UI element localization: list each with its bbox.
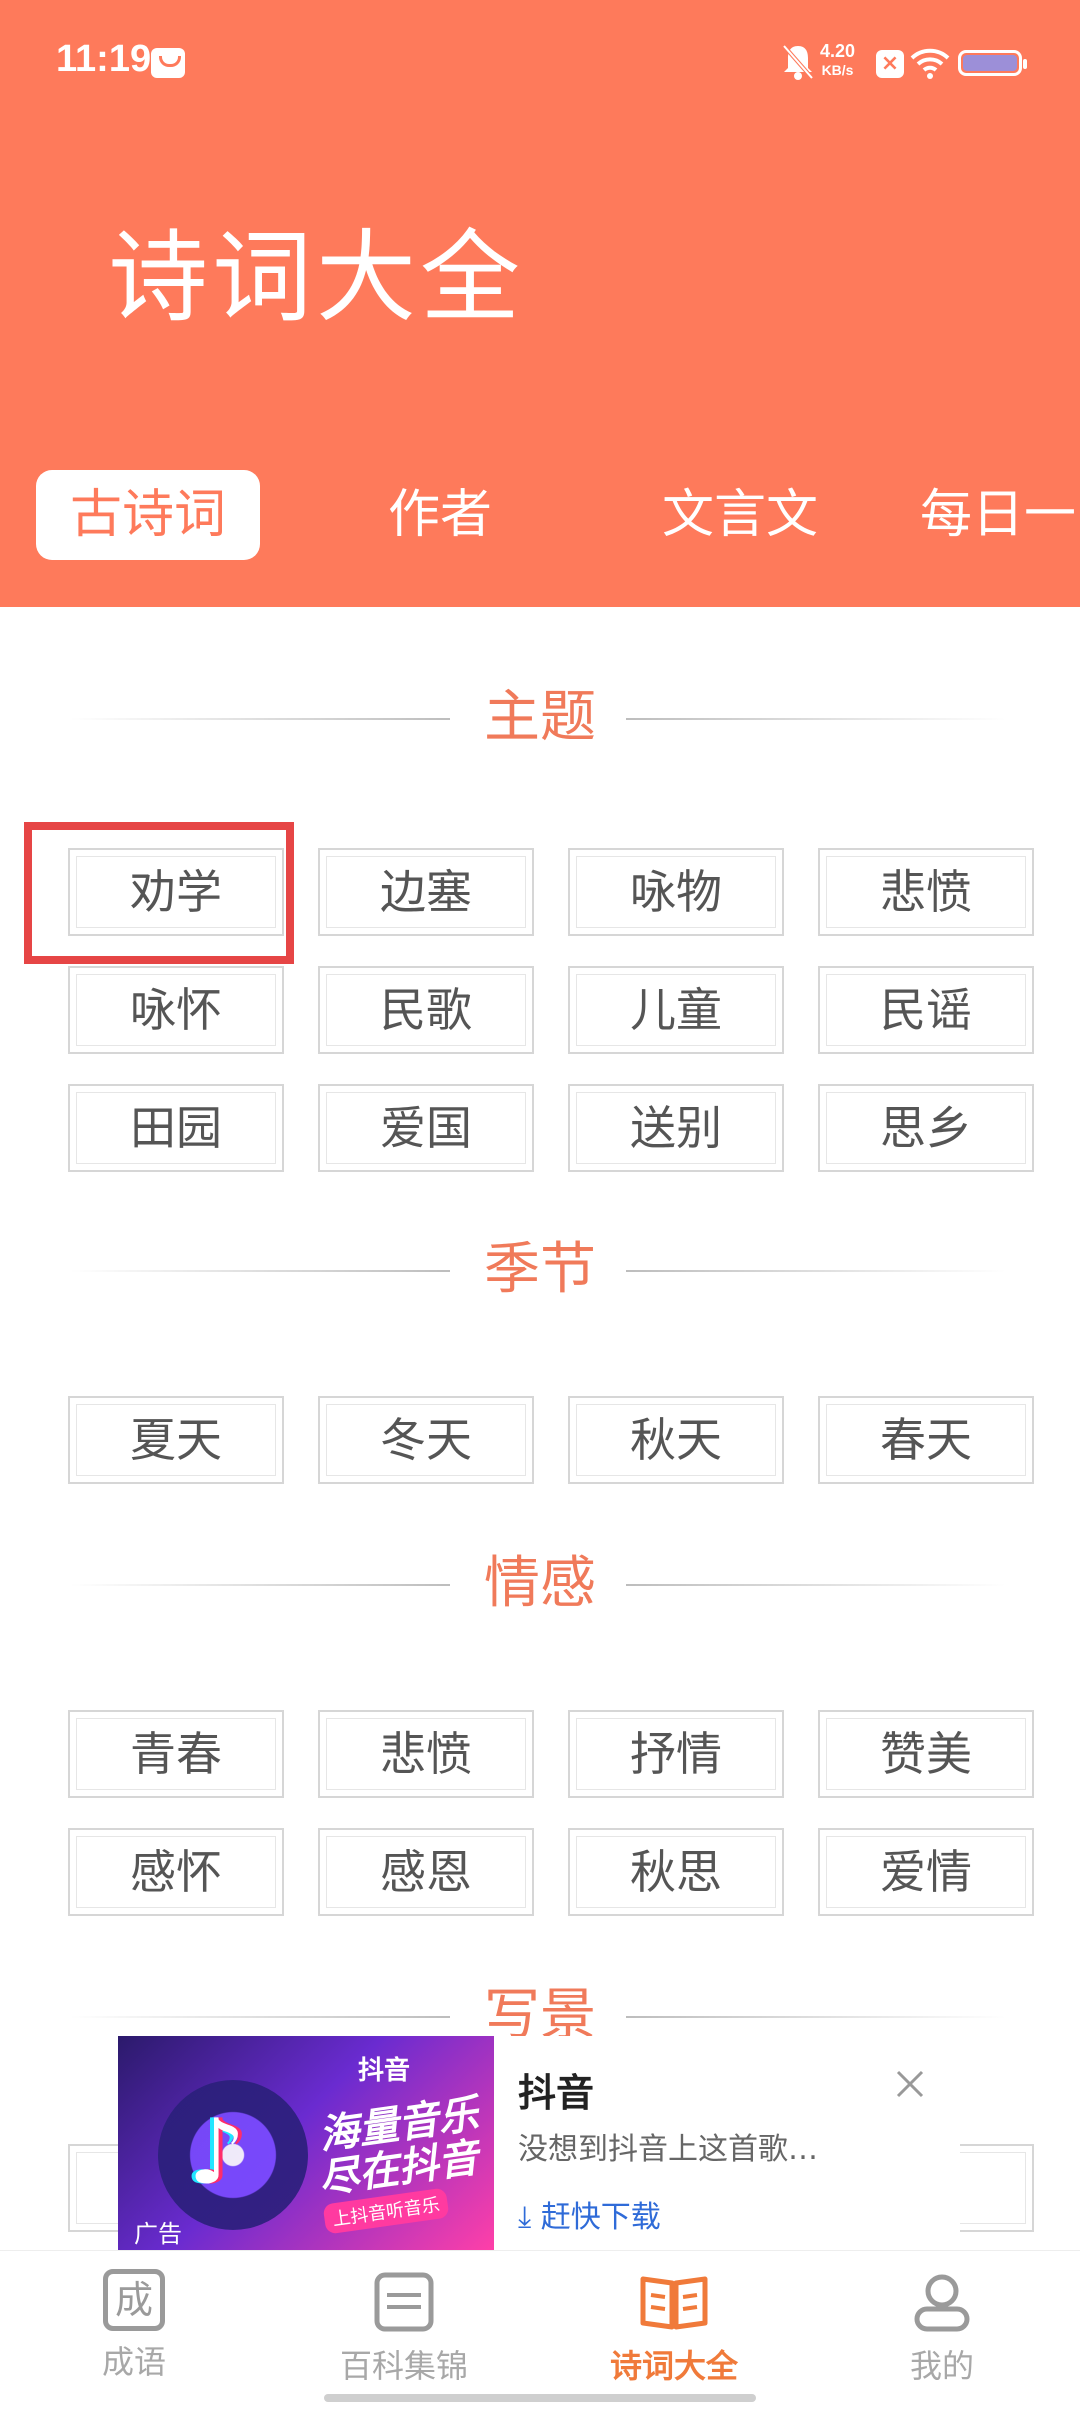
book-icon — [374, 2272, 434, 2332]
tag-button[interactable]: 爱国 — [318, 1084, 534, 1172]
tag-button[interactable]: 爱情 — [818, 1828, 1034, 1916]
tag-button[interactable]: 民歌 — [318, 966, 534, 1054]
tag-button[interactable]: 民谣 — [818, 966, 1034, 1054]
tag-button[interactable]: 赞美 — [818, 1710, 1034, 1798]
tag-button[interactable]: 冬天 — [318, 1396, 534, 1484]
tag-button[interactable]: 送别 — [568, 1084, 784, 1172]
tab-label: 古诗词 — [69, 485, 226, 545]
section-header-theme: 主题 — [0, 678, 1080, 758]
section-header-emotion: 情感 — [0, 1544, 1080, 1624]
selection-highlight — [24, 822, 294, 964]
open-book-icon — [640, 2276, 708, 2330]
nav-profile[interactable]: 我的 — [832, 2269, 1052, 2387]
section-title: 主题 — [484, 685, 596, 750]
tab-wenyanwen[interactable]: 文言文 — [640, 470, 840, 560]
home-indicator[interactable] — [324, 2394, 756, 2402]
tab-daily[interactable]: 每日一 — [920, 470, 1080, 560]
tag-button[interactable]: 感怀 — [68, 1828, 284, 1916]
tag-button[interactable]: 抒情 — [568, 1710, 784, 1798]
nav-label: 我的 — [909, 2347, 974, 2385]
ad-app-name: 抖音 — [518, 2071, 595, 2115]
net-speed-value: 4.20 — [820, 41, 856, 61]
nav-encyclopedia[interactable]: 百科集锦 — [294, 2269, 514, 2387]
tag-button[interactable]: 青春 — [68, 1710, 284, 1798]
ad-download-button[interactable]: ⤓ 赶快下载 — [518, 2192, 661, 2236]
close-icon[interactable] — [892, 2066, 928, 2102]
tag-button[interactable]: 感恩 — [318, 1828, 534, 1916]
close-box-icon: × — [876, 50, 904, 78]
nav-label: 成语 — [101, 2343, 166, 2381]
ad-banner[interactable]: ♪ 抖音 海量音乐 尽在抖音 上抖音听音乐 广告 抖音 没想到抖音上这首歌… ⤓… — [118, 2036, 960, 2250]
tab-label: 每日一 — [920, 485, 1077, 545]
ad-image[interactable]: ♪ 抖音 海量音乐 尽在抖音 上抖音听音乐 广告 — [118, 2036, 494, 2250]
tab-gushici[interactable]: 古诗词 — [36, 470, 260, 560]
tab-author[interactable]: 作者 — [360, 470, 520, 560]
nav-label: 百科集锦 — [339, 2347, 468, 2385]
tag-button[interactable]: 思乡 — [818, 1084, 1034, 1172]
tag-button[interactable]: 田园 — [68, 1084, 284, 1172]
message-icon — [151, 48, 185, 78]
net-speed: 4.20 KB/s — [820, 42, 855, 80]
bottom-nav: 成 成语 百科集锦 诗词大全 我的 — [0, 2250, 1080, 2409]
tag-button[interactable]: 夏天 — [68, 1396, 284, 1484]
tab-label: 作者 — [387, 485, 492, 545]
net-speed-unit: KB/s — [821, 62, 854, 78]
idiom-icon: 成 — [103, 2269, 165, 2331]
tag-button[interactable]: 悲愤 — [818, 848, 1034, 936]
section-title: 情感 — [484, 1551, 596, 1616]
tag-button[interactable]: 边塞 — [318, 848, 534, 936]
tag-button[interactable]: 咏物 — [568, 848, 784, 936]
tag-button[interactable]: 悲愤 — [318, 1710, 534, 1798]
app-title: 诗词大全 — [108, 219, 524, 336]
nav-label: 诗词大全 — [609, 2347, 738, 2385]
douyin-logo-icon: ♪ — [188, 2100, 246, 2205]
tab-label: 文言文 — [661, 485, 818, 545]
header: 11:19 4.20 KB/s × 诗词大全 古诗词 作者 文言文 每日一 — [0, 0, 1080, 607]
status-bar: 11:19 4.20 KB/s × — [0, 0, 1080, 130]
nav-idioms[interactable]: 成 成语 — [24, 2269, 244, 2383]
ad-cta-label: 赶快下载 — [540, 2200, 661, 2235]
nav-poetry[interactable]: 诗词大全 — [564, 2269, 784, 2387]
section-header-season: 季节 — [0, 1230, 1080, 1310]
status-time: 11:19 — [56, 38, 152, 80]
download-icon: ⤓ — [518, 2200, 541, 2235]
tag-button[interactable]: 咏怀 — [68, 966, 284, 1054]
person-icon — [914, 2274, 970, 2332]
section-title: 季节 — [484, 1237, 596, 1302]
battery-icon — [958, 50, 1027, 76]
tag-button[interactable]: 儿童 — [568, 966, 784, 1054]
tag-button[interactable]: 秋天 — [568, 1396, 784, 1484]
ad-description: 没想到抖音上这首歌… — [518, 2132, 818, 2167]
ad-image-brand: 抖音 — [358, 2056, 411, 2086]
wifi-icon — [910, 48, 950, 79]
tag-button[interactable]: 秋思 — [568, 1828, 784, 1916]
tag-button[interactable]: 春天 — [818, 1396, 1034, 1484]
ad-label: 广告 — [134, 2220, 182, 2248]
bell-off-icon — [782, 44, 814, 80]
